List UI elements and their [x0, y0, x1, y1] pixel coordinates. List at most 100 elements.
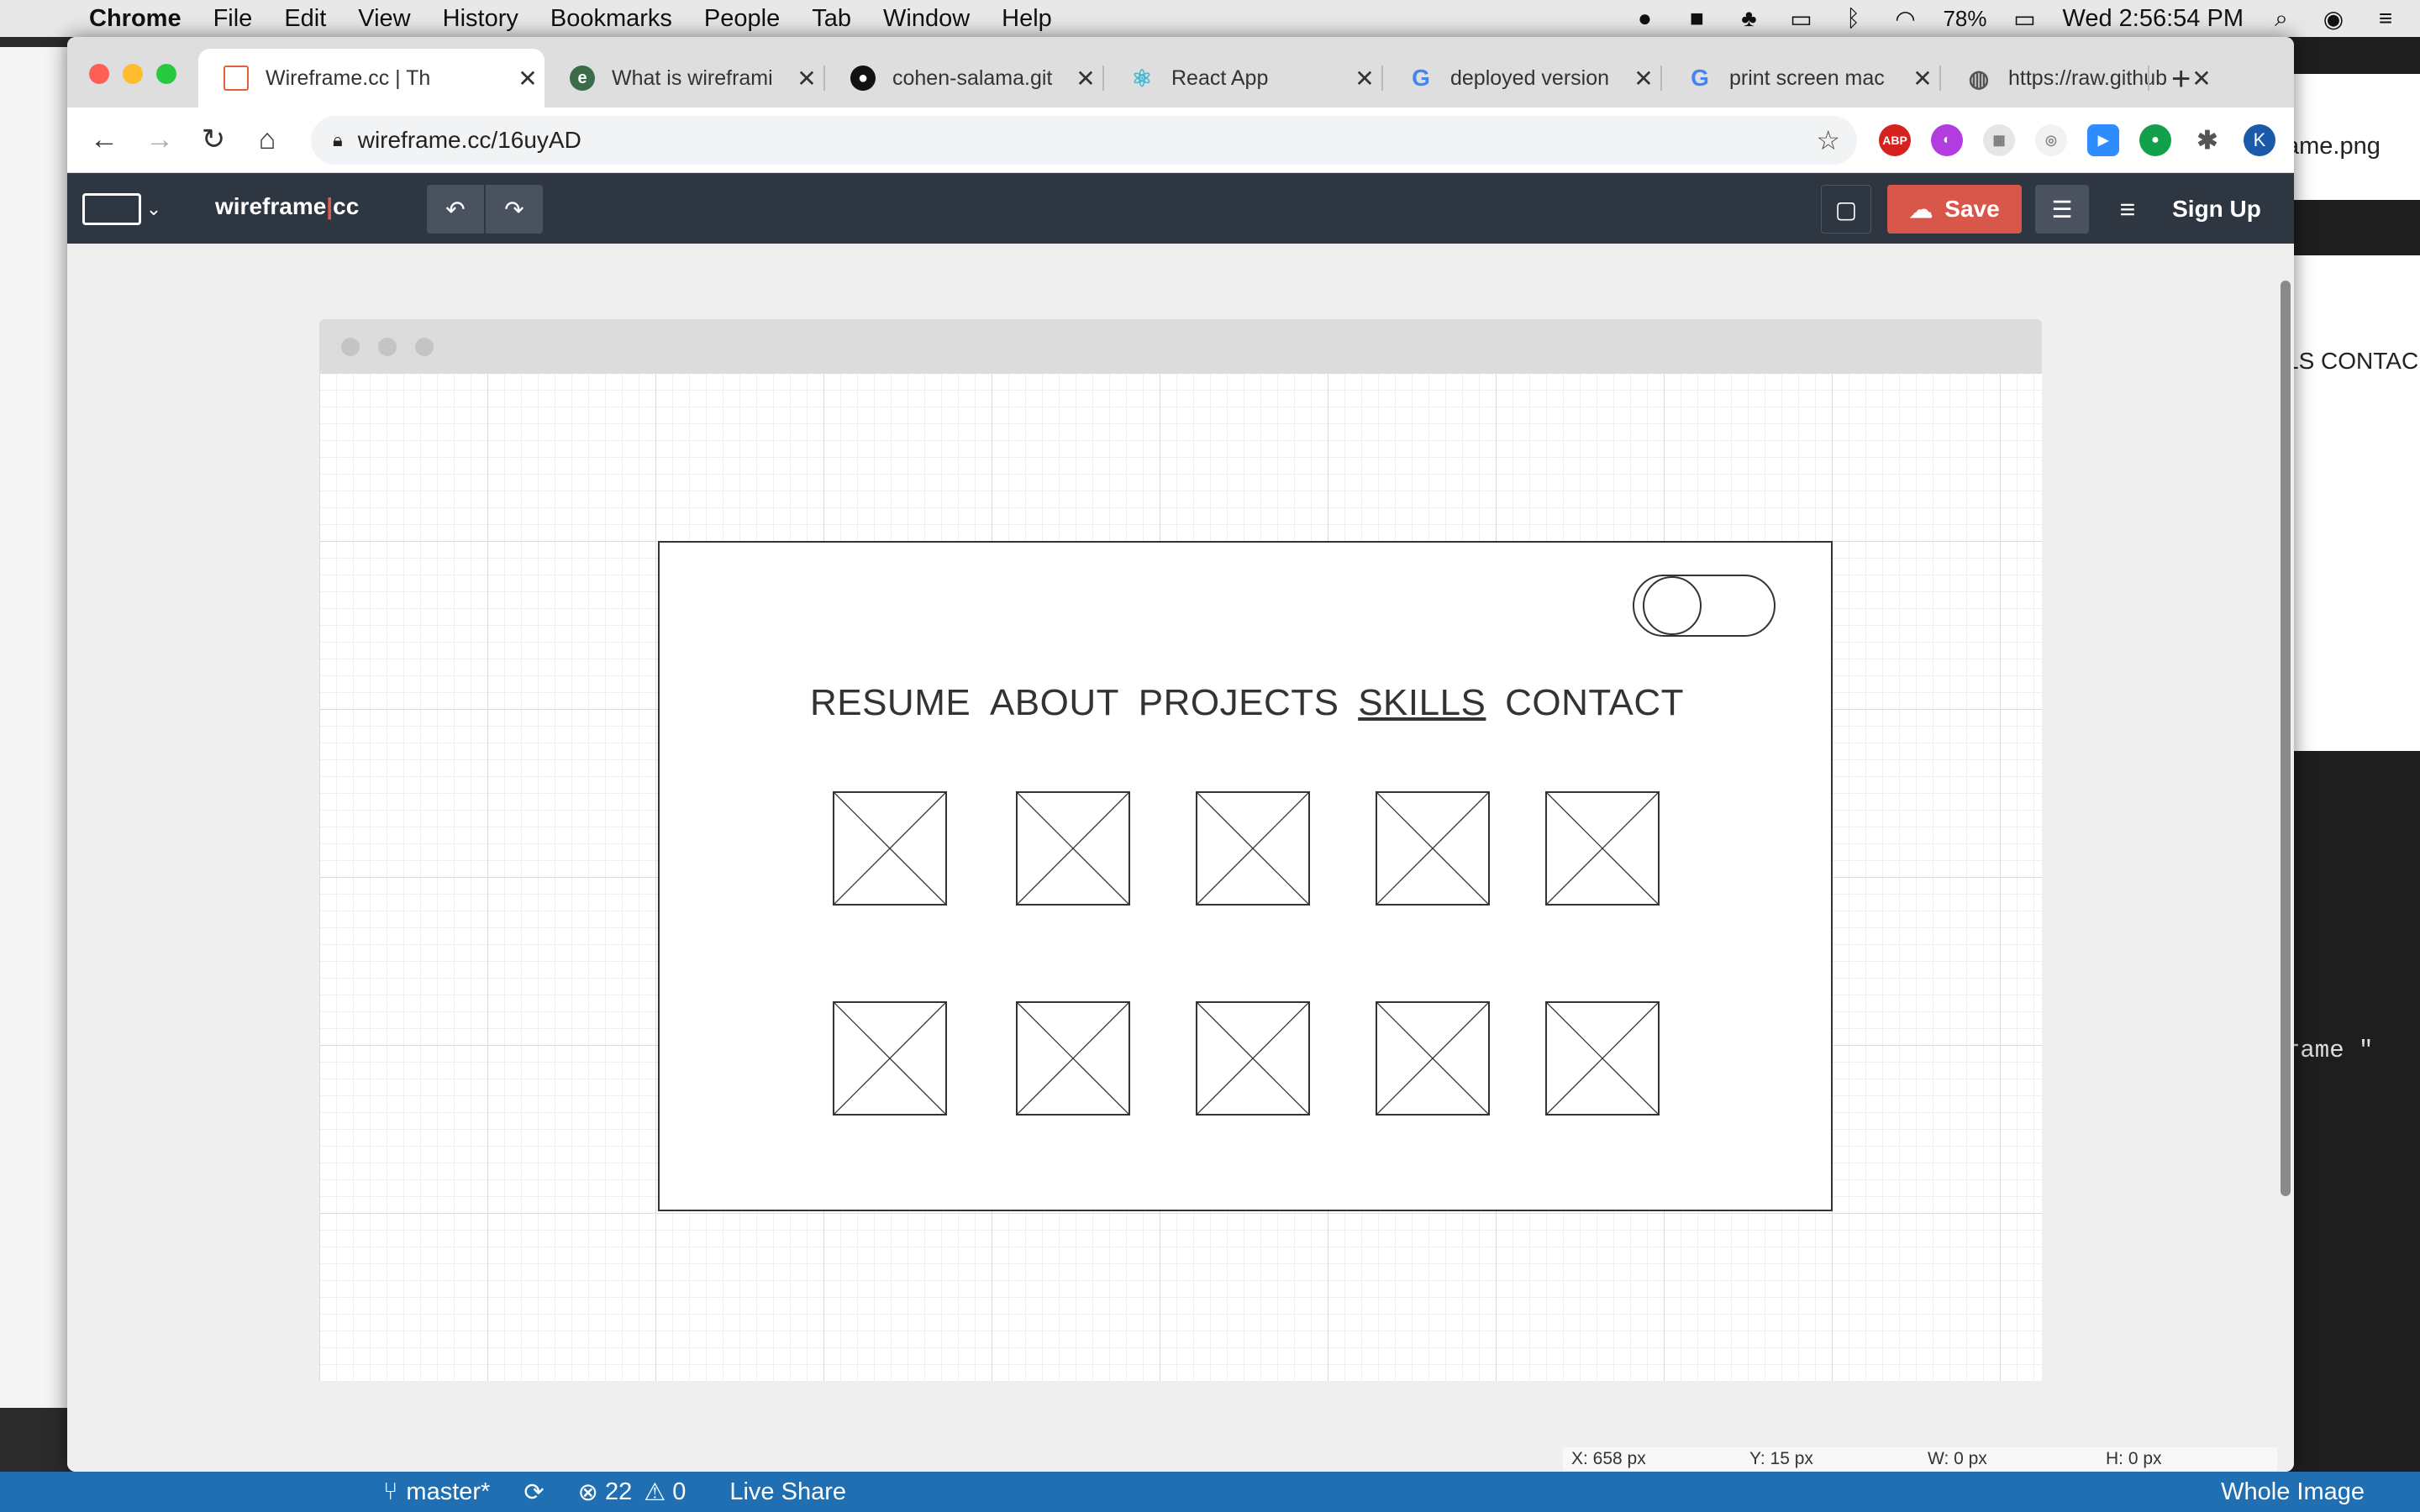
close-tab-icon[interactable]: ✕: [1627, 65, 1660, 92]
error-count[interactable]: 22: [605, 1478, 632, 1506]
google-favicon-icon: G: [1412, 65, 1430, 91]
wifi-icon[interactable]: ◠: [1891, 6, 1919, 32]
extension-green-icon[interactable]: ●: [2139, 124, 2171, 156]
tab-print-screen-mac[interactable]: G print screen mac ✕: [1662, 49, 1939, 108]
home-icon[interactable]: ⌂: [250, 123, 284, 156]
messenger-status-icon[interactable]: ●: [1630, 5, 1659, 31]
image-placeholder[interactable]: [1545, 1001, 1660, 1116]
sync-icon[interactable]: ⟳: [523, 1478, 544, 1507]
image-placeholder[interactable]: [1016, 1001, 1130, 1116]
wireframe-browser-box[interactable]: RESUME ABOUT PROJECTS SKILLS CONTACT: [658, 541, 1833, 1211]
logo-suffix-text: cc: [333, 193, 360, 219]
lock-icon[interactable]: 🔒︎: [333, 129, 343, 151]
control-center-icon[interactable]: ≡: [2371, 5, 2400, 31]
wireframe-toggle-switch[interactable]: [1633, 575, 1776, 637]
device-frame-icon[interactable]: [82, 193, 141, 225]
app-logo[interactable]: wireframe|cc: [215, 193, 359, 220]
tab-title: cohen-salama.git: [892, 66, 1053, 90]
canvas-window-titlebar: [319, 319, 2042, 373]
image-placeholder[interactable]: [833, 1001, 947, 1116]
bookmark-star-icon[interactable]: ☆: [1816, 124, 1840, 156]
tab-github-pages[interactable]: ● cohen-salama.git ✕: [825, 49, 1102, 108]
save-label: Save: [1944, 196, 2000, 222]
menu-window[interactable]: Window: [883, 5, 970, 33]
hamburger-menu-icon[interactable]: ≡: [2111, 185, 2144, 234]
wireframe-workspace: RESUME ABOUT PROJECTS SKILLS CONTACT X: …: [67, 244, 2294, 1472]
minimize-window-button[interactable]: [123, 64, 143, 84]
close-window-button[interactable]: [89, 64, 109, 84]
tab-title: print screen mac: [1729, 66, 1885, 90]
coord-y: Y: 15 px: [1749, 1449, 1813, 1468]
wireframe-canvas[interactable]: RESUME ABOUT PROJECTS SKILLS CONTACT: [319, 373, 2042, 1381]
close-tab-icon[interactable]: ✕: [1069, 65, 1102, 92]
wireframe-nav-text[interactable]: RESUME ABOUT PROJECTS SKILLS CONTACT: [660, 682, 1834, 724]
new-tab-button[interactable]: +: [2171, 60, 2191, 98]
undo-button[interactable]: ↶: [427, 185, 484, 234]
redo-button[interactable]: ↷: [486, 185, 543, 234]
address-bar-url[interactable]: wireframe.cc/16uyAD: [358, 127, 581, 154]
close-tab-icon[interactable]: ✕: [1348, 65, 1381, 92]
back-arrow-icon[interactable]: ←: [87, 123, 121, 156]
forward-arrow-icon[interactable]: →: [143, 123, 176, 156]
close-tab-icon[interactable]: ✕: [511, 65, 544, 92]
settings-sliders-icon[interactable]: ☰: [2035, 185, 2089, 234]
live-share-button[interactable]: Live Share: [729, 1478, 846, 1506]
tab-react-app[interactable]: ⚛ React App ✕: [1104, 49, 1381, 108]
tab-title: Wireframe.cc | Th: [266, 66, 431, 90]
error-icon[interactable]: ⊗: [578, 1478, 598, 1507]
background-filename-fragment: ame.png: [2286, 133, 2381, 160]
address-bar[interactable]: 🔒︎ wireframe.cc/16uyAD ☆: [311, 116, 1857, 165]
menu-tab[interactable]: Tab: [812, 5, 851, 33]
menu-help[interactable]: Help: [1002, 5, 1052, 33]
extensions-puzzle-icon[interactable]: ✱: [2191, 124, 2223, 156]
git-branch-icon[interactable]: ⑂: [383, 1478, 397, 1506]
git-branch-label[interactable]: master*: [406, 1478, 490, 1506]
image-placeholder[interactable]: [1376, 791, 1490, 906]
image-placeholder[interactable]: [1545, 791, 1660, 906]
menu-edit[interactable]: Edit: [284, 5, 326, 33]
adblock-plus-extension-icon[interactable]: ABP: [1879, 124, 1911, 156]
image-placeholder[interactable]: [1376, 1001, 1490, 1116]
chevron-down-icon[interactable]: ⌄: [141, 185, 166, 234]
close-tab-icon[interactable]: ✕: [1906, 65, 1939, 92]
coordinates-readout: X: 658 px Y: 15 px W: 0 px H: 0 px: [1563, 1447, 2277, 1471]
canvas-window-dot: [341, 338, 360, 356]
tab-what-is-wireframing[interactable]: e What is wireframi ✕: [544, 49, 823, 108]
chrome-window: Wireframe.cc | Th ✕ e What is wireframi …: [67, 37, 2294, 1472]
comment-icon[interactable]: ▢: [1821, 185, 1871, 234]
image-placeholder[interactable]: [833, 791, 947, 906]
menu-file[interactable]: File: [213, 5, 253, 33]
profile-avatar[interactable]: K: [2244, 124, 2275, 156]
bluetooth-icon[interactable]: ᛒ: [1839, 5, 1867, 31]
siri-icon[interactable]: ◉: [2319, 6, 2348, 32]
menu-people[interactable]: People: [704, 5, 780, 33]
image-placeholder[interactable]: [1196, 791, 1310, 906]
battery-icon[interactable]: ▭: [2011, 6, 2039, 32]
status-right-label[interactable]: Whole Image: [2221, 1478, 2365, 1506]
extension-purple-icon[interactable]: ◐: [1931, 124, 1963, 156]
clock[interactable]: Wed 2:56:54 PM: [2063, 5, 2244, 33]
menu-app-name[interactable]: Chrome: [89, 5, 182, 33]
menu-bookmarks[interactable]: Bookmarks: [550, 5, 672, 33]
close-tab-icon[interactable]: ✕: [790, 65, 823, 92]
zoom-extension-icon[interactable]: ▶: [2087, 124, 2119, 156]
zoom-status-icon[interactable]: ■: [1682, 5, 1711, 31]
image-placeholder[interactable]: [1196, 1001, 1310, 1116]
tab-wireframe[interactable]: Wireframe.cc | Th ✕: [198, 49, 544, 108]
menu-view[interactable]: View: [358, 5, 410, 33]
extension-grid-icon[interactable]: ▦: [1983, 124, 2015, 156]
image-placeholder[interactable]: [1016, 791, 1130, 906]
spotlight-search-icon[interactable]: ⌕: [2267, 5, 2296, 31]
save-button[interactable]: ☁ Save: [1887, 185, 2022, 234]
warning-icon[interactable]: ⚠: [644, 1478, 666, 1507]
zoom-window-button[interactable]: [156, 64, 176, 84]
airplay-icon[interactable]: ▭: [1786, 6, 1815, 32]
evernote-status-icon[interactable]: ♣: [1734, 5, 1763, 31]
sign-up-link[interactable]: Sign Up: [2158, 185, 2275, 234]
page-scrollbar[interactable]: [2281, 281, 2291, 1196]
reload-icon[interactable]: ↻: [197, 123, 230, 156]
extension-camera-icon[interactable]: ◎: [2035, 124, 2067, 156]
warning-count[interactable]: 0: [672, 1478, 686, 1506]
tab-deployed-version[interactable]: G deployed version ✕: [1383, 49, 1660, 108]
menu-history[interactable]: History: [443, 5, 518, 33]
